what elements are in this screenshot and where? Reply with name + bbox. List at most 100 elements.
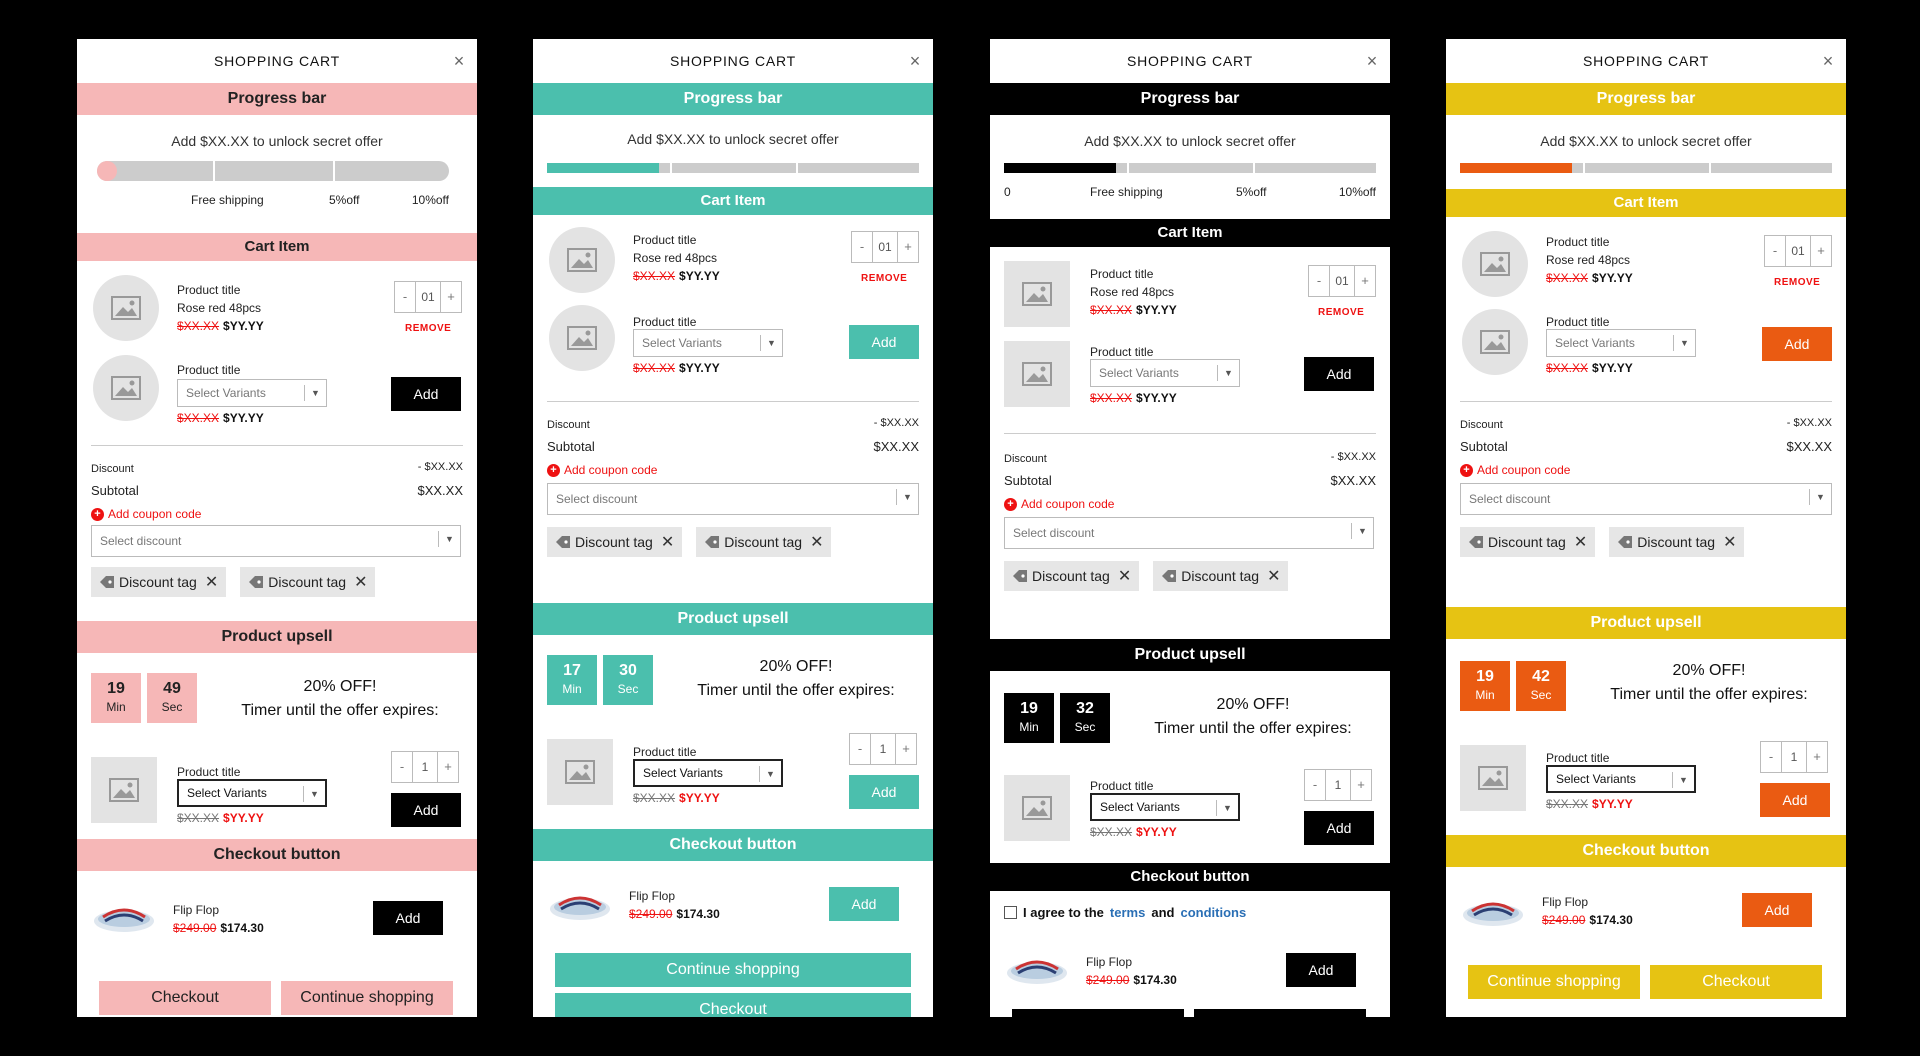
- quantity-value[interactable]: 1: [1781, 742, 1807, 772]
- close-icon[interactable]: ✕: [1723, 532, 1736, 552]
- add-coupon-link[interactable]: + Add coupon code: [547, 463, 657, 477]
- cart-header: SHOPPING CART ×: [990, 39, 1390, 83]
- decrement-button[interactable]: -: [392, 752, 412, 782]
- increment-button[interactable]: +: [898, 232, 918, 262]
- discount-tag[interactable]: Discount tag ✕: [1609, 527, 1745, 557]
- add-button[interactable]: Add: [391, 377, 461, 411]
- select-variants-dropdown[interactable]: Select Variants ▼: [633, 329, 783, 357]
- increment-button[interactable]: +: [1811, 236, 1831, 266]
- remove-link[interactable]: REMOVE: [1774, 277, 1820, 288]
- discount-tag[interactable]: Discount tag ✕: [1153, 561, 1289, 591]
- quantity-value[interactable]: 1: [412, 752, 438, 782]
- increment-button[interactable]: +: [896, 734, 916, 764]
- add-button[interactable]: Add: [1742, 893, 1812, 927]
- add-button[interactable]: Add: [1762, 327, 1832, 361]
- select-discount-dropdown[interactable]: Select discount ▼: [91, 525, 461, 557]
- quantity-value[interactable]: 01: [415, 282, 441, 312]
- agree-checkbox[interactable]: [1004, 906, 1017, 919]
- select-discount-dropdown[interactable]: Select discount ▼: [1004, 517, 1374, 549]
- add-button[interactable]: Add: [1304, 811, 1374, 845]
- quantity-stepper[interactable]: - 1 +: [849, 733, 917, 765]
- decrement-button[interactable]: -: [1761, 742, 1781, 772]
- close-icon[interactable]: ×: [910, 39, 921, 83]
- conditions-link[interactable]: conditions: [1180, 905, 1246, 920]
- quantity-value[interactable]: 1: [870, 734, 896, 764]
- close-icon[interactable]: ✕: [810, 532, 823, 552]
- increment-button[interactable]: +: [438, 752, 458, 782]
- product-title: Product title: [1090, 267, 1154, 281]
- checkout-button[interactable]: Checkout: [555, 993, 911, 1017]
- add-button[interactable]: Add: [829, 887, 899, 921]
- increment-button[interactable]: +: [1807, 742, 1827, 772]
- add-button[interactable]: Add: [373, 901, 443, 935]
- add-coupon-link[interactable]: + Add coupon code: [1460, 463, 1570, 477]
- add-coupon-link[interactable]: + Add coupon code: [1004, 497, 1114, 511]
- add-button[interactable]: Add: [1286, 953, 1356, 987]
- quantity-stepper[interactable]: - 01 +: [394, 281, 462, 313]
- select-variants-dropdown[interactable]: Select Variants ▼: [1546, 765, 1696, 793]
- close-icon[interactable]: ✕: [354, 572, 367, 592]
- close-icon[interactable]: ×: [454, 39, 465, 83]
- select-variants-dropdown[interactable]: Select Variants ▼: [177, 779, 327, 807]
- close-icon[interactable]: ×: [1367, 39, 1378, 83]
- quantity-stepper[interactable]: - 01 +: [851, 231, 919, 263]
- continue-shopping-button[interactable]: Continue shopping: [1012, 1009, 1184, 1017]
- plus-circle-icon: +: [1004, 497, 1017, 511]
- quantity-value[interactable]: 01: [1329, 266, 1355, 296]
- discount-tag[interactable]: Discount tag ✕: [240, 567, 376, 597]
- quantity-stepper[interactable]: - 1 +: [391, 751, 459, 783]
- close-icon[interactable]: ×: [1823, 39, 1834, 83]
- add-button[interactable]: Add: [1760, 783, 1830, 817]
- continue-shopping-button[interactable]: Continue shopping: [281, 981, 453, 1015]
- quantity-stepper[interactable]: - 01 +: [1308, 265, 1376, 297]
- close-icon[interactable]: ✕: [1118, 566, 1131, 586]
- add-coupon-link[interactable]: + Add coupon code: [91, 507, 201, 521]
- decrement-button[interactable]: -: [850, 734, 870, 764]
- close-icon[interactable]: ✕: [205, 572, 218, 592]
- decrement-button[interactable]: -: [395, 282, 415, 312]
- discount-tag[interactable]: Discount tag ✕: [1004, 561, 1140, 591]
- quantity-value[interactable]: 01: [872, 232, 898, 262]
- quantity-value[interactable]: 1: [1325, 770, 1351, 800]
- quantity-stepper[interactable]: - 01 +: [1764, 235, 1832, 267]
- decrement-button[interactable]: -: [1309, 266, 1329, 296]
- select-variants-dropdown[interactable]: Select Variants ▼: [177, 379, 327, 407]
- discount-tag[interactable]: Discount tag ✕: [547, 527, 683, 557]
- close-icon[interactable]: ✕: [1267, 566, 1280, 586]
- discount-tag[interactable]: Discount tag ✕: [1460, 527, 1596, 557]
- decrement-button[interactable]: -: [852, 232, 872, 262]
- increment-button[interactable]: +: [1351, 770, 1371, 800]
- terms-agreement[interactable]: I agree to the terms and conditions: [1004, 905, 1246, 920]
- remove-link[interactable]: REMOVE: [1318, 307, 1364, 318]
- product-title: Product title: [177, 283, 241, 297]
- checkout-button[interactable]: Checkout: [1650, 965, 1822, 999]
- remove-link[interactable]: REMOVE: [861, 273, 907, 284]
- increment-button[interactable]: +: [441, 282, 461, 312]
- select-variants-dropdown[interactable]: Select Variants ▼: [633, 759, 783, 787]
- add-button[interactable]: Add: [1304, 357, 1374, 391]
- quantity-value[interactable]: 01: [1785, 236, 1811, 266]
- select-variants-dropdown[interactable]: Select Variants ▼: [1090, 359, 1240, 387]
- select-discount-dropdown[interactable]: Select discount ▼: [1460, 483, 1832, 515]
- quantity-stepper[interactable]: - 1 +: [1304, 769, 1372, 801]
- continue-shopping-button[interactable]: Continue shopping: [1468, 965, 1640, 999]
- quantity-stepper[interactable]: - 1 +: [1760, 741, 1828, 773]
- close-icon[interactable]: ✕: [661, 532, 674, 552]
- decrement-button[interactable]: -: [1305, 770, 1325, 800]
- decrement-button[interactable]: -: [1765, 236, 1785, 266]
- increment-button[interactable]: +: [1355, 266, 1375, 296]
- continue-shopping-button[interactable]: Continue shopping: [555, 953, 911, 987]
- select-variants-dropdown[interactable]: Select Variants ▼: [1090, 793, 1240, 821]
- select-discount-dropdown[interactable]: Select discount ▼: [547, 483, 919, 515]
- checkout-button[interactable]: Checkout: [1194, 1009, 1366, 1017]
- remove-link[interactable]: REMOVE: [405, 323, 451, 334]
- add-button[interactable]: Add: [849, 775, 919, 809]
- discount-tag[interactable]: Discount tag ✕: [696, 527, 832, 557]
- terms-link[interactable]: terms: [1110, 905, 1145, 920]
- checkout-button[interactable]: Checkout: [99, 981, 271, 1015]
- add-button[interactable]: Add: [849, 325, 919, 359]
- select-variants-dropdown[interactable]: Select Variants ▼: [1546, 329, 1696, 357]
- discount-tag[interactable]: Discount tag ✕: [91, 567, 227, 597]
- close-icon[interactable]: ✕: [1574, 532, 1587, 552]
- add-button[interactable]: Add: [391, 793, 461, 827]
